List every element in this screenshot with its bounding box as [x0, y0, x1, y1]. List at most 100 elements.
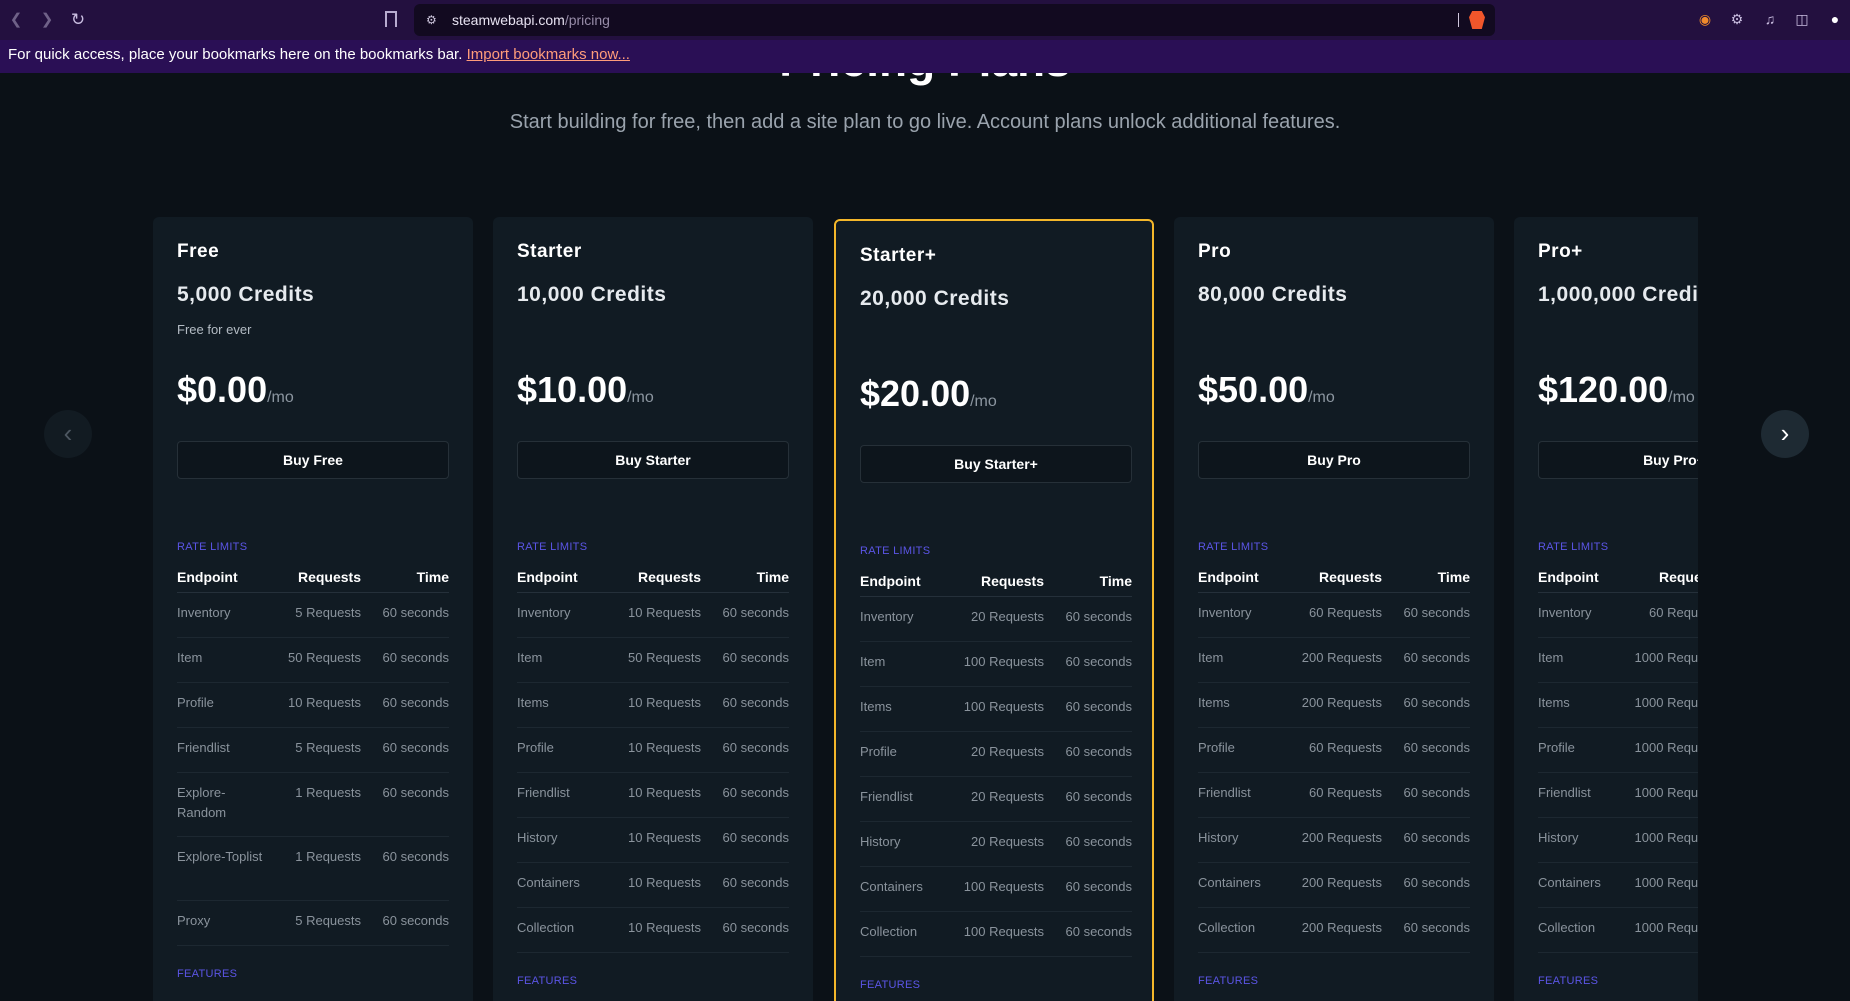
requests-cell: 20 Requests — [971, 609, 1044, 624]
endpoint-cell: Items — [860, 699, 892, 714]
rate-limit-row: Profile 10 Requests 60 seconds — [517, 728, 789, 773]
price-period: /mo — [1308, 389, 1335, 406]
requests-cell: 20 Requests — [971, 744, 1044, 759]
rate-limit-row: Inventory60 Requests60 seconds — [1538, 593, 1698, 638]
requests-cell: 10 Requests — [628, 695, 701, 710]
back-icon[interactable]: ❮ — [6, 10, 26, 30]
rate-limit-row: Inventory 20 Requests 60 seconds — [860, 597, 1132, 642]
requests-cell: 1000 Requests — [1634, 785, 1698, 800]
rate-limit-row: Items 200 Requests 60 seconds — [1198, 683, 1470, 728]
time-cell: 60 seconds — [722, 785, 790, 800]
buy-plan-button[interactable]: Buy Free — [177, 441, 449, 479]
time-cell: 60 seconds — [1403, 605, 1471, 620]
requests-cell: 10 Requests — [628, 605, 701, 620]
col-endpoint-header: Endpoint — [177, 569, 238, 585]
profile-icon[interactable]: ● — [1826, 10, 1844, 28]
plan-credits: 5,000 Credits — [177, 283, 315, 306]
address-bar[interactable]: ⚙ steamwebapi.com/pricing — [414, 4, 1495, 36]
requests-cell: 60 Requests — [1309, 785, 1382, 800]
sidebar-icon[interactable]: ◫ — [1793, 10, 1811, 28]
plan-credits: 1,000,000 Credits — [1538, 283, 1698, 306]
endpoint-cell: Profile — [1198, 740, 1235, 755]
buy-plan-button[interactable]: Buy Pro — [1198, 441, 1470, 479]
col-time-header: Time — [416, 569, 449, 585]
rate-limits-header: Endpoint Requests Time — [517, 567, 789, 593]
requests-cell: 200 Requests — [1301, 920, 1382, 935]
time-cell: 60 seconds — [722, 695, 790, 710]
col-time-header: Time — [1099, 573, 1132, 589]
time-cell: 60 seconds — [382, 785, 450, 800]
site-settings-icon[interactable]: ⚙ — [426, 12, 437, 28]
forward-icon[interactable]: ❯ — [37, 10, 57, 30]
rate-limit-row: History1000 Requests60 seconds — [1538, 818, 1698, 863]
price-period: /mo — [1668, 389, 1695, 406]
price-amount: $20.00 — [860, 373, 971, 414]
page-title: Pricing Plans — [0, 73, 1850, 87]
time-cell: 60 seconds — [1403, 740, 1471, 755]
endpoint-cell: Inventory — [517, 605, 571, 620]
address-divider — [1458, 13, 1459, 27]
buy-plan-button[interactable]: Buy Starter — [517, 441, 789, 479]
brave-shield-icon[interactable] — [1469, 11, 1485, 29]
time-cell: 60 seconds — [1065, 879, 1133, 894]
rate-limit-row: Friendlist 60 Requests 60 seconds — [1198, 773, 1470, 818]
endpoint-cell: Collection — [1538, 920, 1596, 935]
time-cell: 60 seconds — [722, 740, 790, 755]
col-requests-header: Requests — [297, 569, 361, 585]
time-cell: 60 seconds — [1403, 695, 1471, 710]
rate-limits-label: RATE LIMITS — [1198, 541, 1269, 553]
requests-cell: 1 Requests — [295, 849, 361, 864]
endpoint-cell: Collection — [517, 920, 575, 935]
requests-cell: 100 Requests — [963, 879, 1044, 894]
carousel-prev-button[interactable]: ‹ — [44, 410, 92, 458]
plan-credits: 10,000 Credits — [517, 283, 667, 306]
endpoint-cell: Friendlist — [1538, 785, 1591, 800]
rate-limits-table: Endpoint Requests Time Inventory 10 Requests… — [517, 567, 789, 953]
carousel-next-button[interactable]: › — [1761, 410, 1809, 458]
price-period: /mo — [627, 389, 654, 406]
bookmark-icon[interactable] — [385, 11, 397, 27]
rate-limit-row: Collection1000 Requests60 seconds — [1538, 908, 1698, 953]
reload-icon[interactable]: ↻ — [68, 10, 88, 30]
rate-limit-row: Profile1000 Requests60 seconds — [1538, 728, 1698, 773]
extensions-icon[interactable]: ⚙ — [1728, 10, 1746, 28]
url-text: steamwebapi.com/pricing — [452, 12, 610, 28]
time-cell: 60 seconds — [1065, 924, 1133, 939]
plans-carousel: Free 5,000 Credits Free for ever $0.00/mo Bu… — [153, 217, 1698, 1001]
endpoint-cell: History — [1538, 830, 1579, 845]
endpoint-cell: Items — [1198, 695, 1230, 710]
bookmarks-hint: For quick access, place your bookmarks h… — [8, 46, 463, 63]
price-amount: $120.00 — [1538, 369, 1669, 410]
time-cell: 60 seconds — [1065, 654, 1133, 669]
requests-cell: 10 Requests — [628, 920, 701, 935]
endpoint-cell: Proxy — [177, 913, 211, 928]
col-requests-header: Requests — [980, 573, 1044, 589]
browser-toolbar: ❮ ❯ ↻ ⚙ steamwebapi.com/pricing ◉ ⚙ ♫ ◫ … — [0, 0, 1850, 40]
features-label: FEATURES — [1538, 975, 1599, 987]
price-period: /mo — [970, 393, 997, 410]
endpoint-cell: Item — [517, 650, 543, 665]
rate-limits-table: EndpointRequestsTimeInventory60 Requests… — [1538, 567, 1698, 953]
requests-cell: 200 Requests — [1301, 875, 1382, 890]
endpoint-cell: History — [860, 834, 901, 849]
rate-limit-row: Profile 10 Requests 60 seconds — [177, 683, 449, 728]
time-cell: 60 seconds — [722, 605, 790, 620]
import-bookmarks-link[interactable]: Import bookmarks now... — [467, 46, 630, 63]
bookmarks-message: For quick access, place your bookmarks h… — [8, 46, 630, 63]
requests-cell: 5 Requests — [295, 740, 361, 755]
features-label: FEATURES — [860, 979, 921, 991]
requests-cell: 200 Requests — [1301, 650, 1382, 665]
rate-limit-row: Containers 200 Requests 60 seconds — [1198, 863, 1470, 908]
rate-limit-row: Explore-Toplist 1 Requests 60 seconds — [177, 837, 449, 901]
time-cell: 60 seconds — [1403, 875, 1471, 890]
time-cell: 60 seconds — [382, 849, 450, 864]
plan-price: $20.00/mo — [860, 373, 997, 415]
buy-plan-button[interactable]: Buy Pro+ — [1538, 441, 1698, 479]
metamask-icon[interactable]: ◉ — [1696, 10, 1714, 28]
rate-limit-row: Profile 60 Requests 60 seconds — [1198, 728, 1470, 773]
media-icon[interactable]: ♫ — [1761, 10, 1779, 28]
requests-cell: 10 Requests — [628, 875, 701, 890]
rate-limits-label: RATE LIMITS — [517, 541, 588, 553]
requests-cell: 100 Requests — [963, 699, 1044, 714]
buy-plan-button[interactable]: Buy Starter+ — [860, 445, 1132, 483]
